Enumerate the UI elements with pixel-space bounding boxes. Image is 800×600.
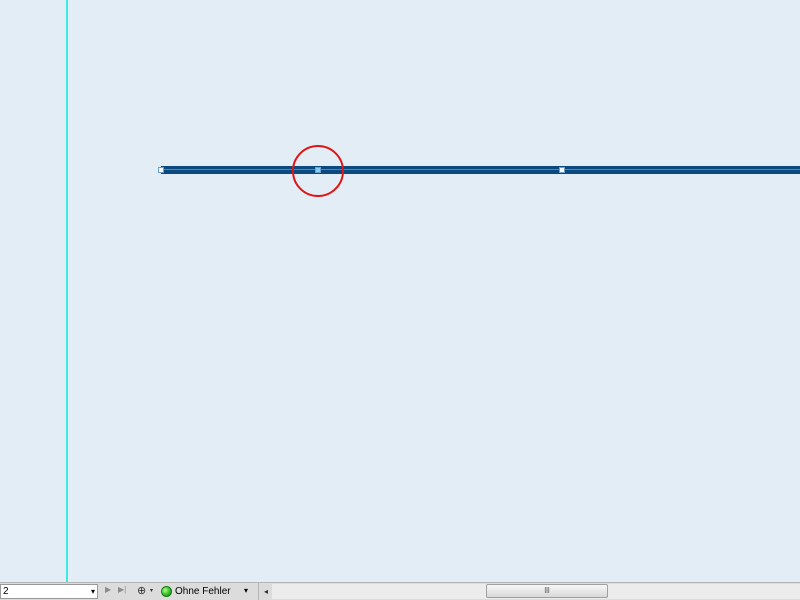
scrollbar-thumb[interactable]: lll — [486, 584, 608, 598]
scrollbar-grip-icon: lll — [544, 586, 550, 595]
highlight-circle — [292, 145, 344, 197]
anchor-point-middle[interactable] — [559, 167, 565, 173]
preflight-dropdown-icon[interactable]: ▾ — [244, 586, 248, 595]
preflight-status-text: Ohne Fehler — [175, 586, 231, 597]
document-canvas[interactable] — [0, 0, 800, 582]
document-dropdown-icon[interactable]: ▾ — [150, 587, 153, 594]
anchor-point-start[interactable] — [158, 167, 164, 173]
scroll-left-icon[interactable]: ◂ — [258, 583, 273, 600]
path-center-stroke — [161, 169, 800, 170]
next-page-icon[interactable]: ▶ — [105, 585, 111, 594]
horizontal-scrollbar[interactable]: lll — [272, 584, 800, 599]
selected-path[interactable] — [161, 166, 800, 174]
status-bar: 2 ▾ ▶ ▶| ⊕ ▾ Ohne Fehler ▾ ◂ lll — [0, 582, 800, 600]
preflight-status-icon — [161, 586, 172, 597]
page-dropdown-icon[interactable]: ▾ — [91, 585, 95, 598]
page-number-value: 2 — [3, 586, 9, 597]
document-open-icon[interactable]: ⊕ — [137, 584, 151, 598]
vertical-guide-line[interactable] — [66, 0, 68, 582]
page-number-field[interactable]: 2 ▾ — [0, 584, 98, 599]
last-page-icon[interactable]: ▶| — [118, 585, 126, 594]
